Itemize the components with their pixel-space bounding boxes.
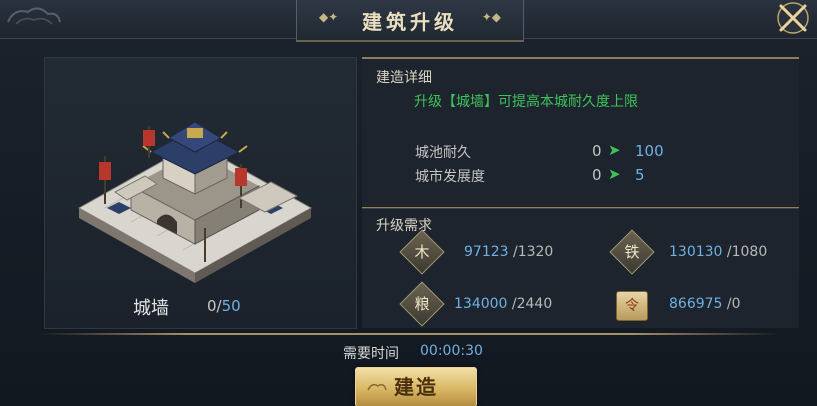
stat-next-durability: 100: [635, 142, 664, 160]
requirement-grain: 134000 /2440: [454, 296, 552, 312]
requirements-panel: 升级需求 木 97123 /1320 铁 130130 /1080 粮 1340…: [362, 208, 799, 328]
time-label: 需要时间: [343, 346, 399, 362]
city-wall-image: [77, 121, 313, 283]
arrow-right-icon: ➤: [608, 141, 621, 159]
requirement-iron-have: 130130: [669, 244, 723, 260]
scroll-icon: 令: [616, 291, 648, 321]
requirement-grain-have: 134000: [454, 296, 508, 312]
build-button-label: 建造: [394, 375, 438, 399]
stat-next-development: 5: [635, 166, 645, 184]
requirement-wood: 97123 /1320: [464, 244, 553, 260]
wood-glyph: 木: [414, 243, 430, 261]
title-ornament-right-icon: ✦◆: [481, 10, 501, 24]
stat-current-development: 0: [592, 166, 602, 184]
stat-label-development: 城市发展度: [415, 169, 485, 185]
upgrade-description: 升级【城墙】可提高本城耐久度上限: [414, 94, 638, 110]
title-banner: ◆✦ 建筑升级 ✦◆: [296, 0, 524, 42]
building-panel: 城墙 0/50: [44, 57, 357, 329]
footer-divider: [38, 333, 781, 335]
requirement-scroll-have: 866975: [669, 296, 723, 312]
title-bar: ◆✦ 建筑升级 ✦◆: [0, 0, 817, 42]
requirement-scroll-need: /0: [722, 296, 741, 312]
upgrade-dialog: ◆✦ 建筑升级 ✦◆ 城墙 0/50 建造详细 升级【城墙】可提高本城耐久度上限…: [0, 0, 817, 406]
grain-icon: 粮: [399, 281, 445, 327]
requirement-iron-need: /1080: [722, 244, 768, 260]
building-name: 城墙: [133, 298, 169, 319]
requirement-grain-need: /2440: [507, 296, 553, 312]
building-count-current: 0: [207, 297, 217, 315]
requirement-scroll: 866975 /0: [669, 296, 741, 312]
grain-glyph: 粮: [414, 295, 430, 313]
details-section-label: 建造详细: [376, 70, 432, 86]
wood-icon: 木: [399, 229, 445, 275]
details-panel: 建造详细 升级【城墙】可提高本城耐久度上限 城池耐久 0 ➤ 100 城市发展度…: [362, 57, 799, 209]
stat-current-durability: 0: [592, 142, 602, 160]
close-icon[interactable]: [771, 0, 811, 38]
building-count: 0/50: [207, 297, 241, 315]
build-button[interactable]: 建造: [355, 367, 477, 406]
building-count-max: 50: [221, 297, 241, 315]
cloud-ornament-icon: [367, 383, 387, 391]
requirement-wood-have: 97123: [464, 244, 509, 260]
arrow-right-icon: ➤: [608, 165, 621, 183]
time-value: 00:00:30: [420, 343, 483, 359]
requirement-wood-need: /1320: [508, 244, 554, 260]
requirement-iron: 130130 /1080: [669, 244, 767, 260]
cloud-ornament-icon: [7, 7, 61, 25]
iron-icon: 铁: [609, 229, 655, 275]
iron-glyph: 铁: [624, 243, 640, 261]
stat-label-durability: 城池耐久: [415, 145, 471, 161]
